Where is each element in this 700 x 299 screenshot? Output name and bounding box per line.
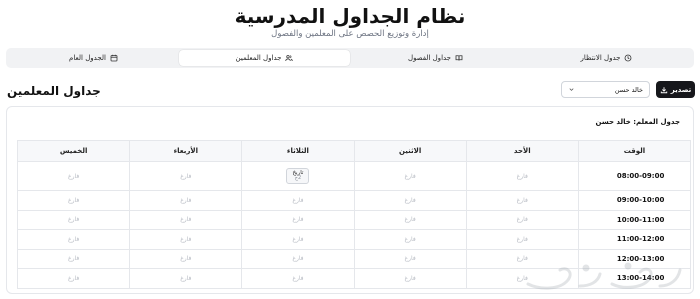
schedule-cell[interactable]: فارغ: [353, 190, 467, 211]
schedule-cell[interactable]: تاريخ 2ج: [241, 161, 355, 191]
lesson-block[interactable]: تاريخ 2ج: [286, 167, 310, 185]
schedule-cell[interactable]: فارغ: [353, 161, 467, 191]
schedule-title: جدول المعلم: خالد حسن: [595, 118, 680, 126]
teacher-select-value: خالد حسن: [614, 85, 643, 94]
page-subtitle: إدارة وتوزيع الحصص على المعلمين والفصول: [271, 29, 429, 39]
schedule-cell[interactable]: فارغ: [353, 248, 467, 269]
table-row: 08:00-09:00 فارغ فارغ تاريخ 2ج فارغ فارغ: [16, 161, 692, 191]
column-header-monday: الاثنين: [353, 140, 467, 162]
table-row: 10:00-11:00 فارغ فارغ فارغ فارغ فارغ: [16, 209, 692, 230]
tab-waiting-schedule[interactable]: جدول الانتظار: [521, 50, 692, 66]
table-row: 09:00-10:00 فارغ فارغ فارغ فارغ فارغ: [16, 190, 692, 211]
schedule-cell[interactable]: فارغ: [16, 209, 131, 230]
schedule-cell[interactable]: فارغ: [241, 229, 355, 250]
book-icon: [455, 55, 463, 61]
time-slot: 08:00-09:00: [577, 161, 692, 191]
table-header-row: الوقت الأحد الاثنين الثلاثاء الأربعاء ال…: [16, 140, 692, 162]
schedule-cell[interactable]: فارغ: [129, 268, 243, 289]
schedule-cell[interactable]: فارغ: [465, 229, 579, 250]
schedule-cell[interactable]: فارغ: [16, 190, 131, 211]
schedule-cell[interactable]: فارغ: [241, 190, 355, 211]
chevron-down-icon: [569, 88, 574, 91]
schedule-cell[interactable]: فارغ: [353, 229, 467, 250]
calendar-icon: [110, 54, 118, 62]
schedule-cell[interactable]: فارغ: [16, 229, 131, 250]
schedule-cell[interactable]: فارغ: [353, 268, 467, 289]
column-header-thursday: الخميس: [16, 140, 131, 162]
schedule-cell[interactable]: فارغ: [129, 248, 243, 269]
clock-icon: [625, 54, 632, 62]
download-icon: [660, 86, 667, 93]
teacher-select[interactable]: خالد حسن: [561, 81, 650, 98]
column-header-sunday: الأحد: [465, 140, 579, 162]
schedule-cell[interactable]: فارغ: [465, 161, 579, 191]
lesson-class: 2ج: [294, 175, 302, 182]
time-slot: 10:00-11:00: [577, 209, 692, 230]
tab-label: جداول الفصول: [407, 54, 452, 62]
users-icon: [285, 55, 294, 62]
tab-label: جدول الانتظار: [580, 54, 621, 62]
schedule-cell[interactable]: فارغ: [129, 209, 243, 230]
schedule-cell[interactable]: فارغ: [129, 229, 243, 250]
section-title: جداول المعلمين: [7, 84, 101, 98]
schedule-cell[interactable]: فارغ: [241, 248, 355, 269]
schedule-cell[interactable]: فارغ: [465, 190, 579, 211]
schedule-cell[interactable]: فارغ: [16, 161, 131, 191]
table-row: 11:00-12:00 فارغ فارغ فارغ فارغ فارغ: [16, 229, 692, 250]
schedule-cell[interactable]: فارغ: [241, 209, 355, 230]
export-label: تصدير: [670, 85, 692, 94]
schedule-cell[interactable]: فارغ: [129, 161, 243, 191]
tab-teacher-schedules[interactable]: جداول المعلمين: [179, 50, 350, 66]
schedule-cell[interactable]: فارغ: [465, 209, 579, 230]
page-title: نظام الجداول المدرسية: [234, 4, 466, 28]
export-button[interactable]: تصدير: [656, 81, 695, 98]
schedule-cell[interactable]: فارغ: [129, 190, 243, 211]
tab-label: الجدول العام: [69, 54, 106, 62]
schedule-cell[interactable]: فارغ: [16, 248, 131, 269]
tab-class-schedules[interactable]: جداول الفصول: [350, 50, 521, 66]
watermark-logo: [526, 262, 682, 290]
column-header-time: الوقت: [577, 140, 692, 162]
column-header-wednesday: الأربعاء: [129, 140, 243, 162]
time-slot: 11:00-12:00: [577, 229, 692, 250]
view-tabs: جدول الانتظار جداول الفصول جداول المعلمي…: [6, 48, 694, 68]
column-header-tuesday: الثلاثاء: [241, 140, 355, 162]
tab-label: جداول المعلمين: [235, 54, 282, 62]
schedule-cell[interactable]: فارغ: [16, 268, 131, 289]
schedule-cell[interactable]: فارغ: [353, 209, 467, 230]
tab-general-schedule[interactable]: الجدول العام: [8, 50, 179, 66]
time-slot: 09:00-10:00: [577, 190, 692, 211]
schedule-cell[interactable]: فارغ: [241, 268, 355, 289]
